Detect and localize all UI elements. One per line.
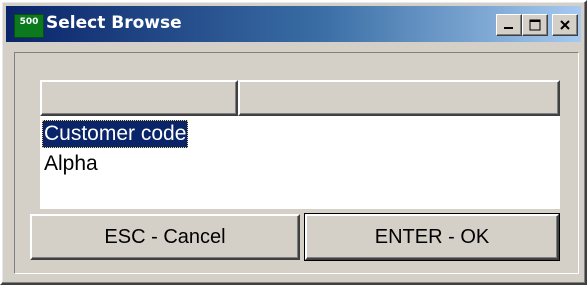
- title-bar[interactable]: 500 Select Browse: [6, 6, 581, 42]
- list-item-customer-code[interactable]: Customer code: [42, 120, 189, 148]
- select-browse-window: 500 Select Browse Customer code Alpha ES…: [0, 0, 587, 285]
- browse-list[interactable]: Customer code Alpha: [40, 116, 560, 209]
- close-icon: [560, 20, 570, 30]
- ok-button[interactable]: ENTER - OK: [304, 213, 560, 261]
- maximize-icon: [529, 19, 541, 31]
- close-button[interactable]: [552, 14, 578, 36]
- maximize-button[interactable]: [522, 14, 548, 36]
- list-item-alpha[interactable]: Alpha: [42, 150, 100, 178]
- minimize-button[interactable]: [496, 14, 522, 36]
- cancel-button[interactable]: ESC - Cancel: [30, 214, 300, 260]
- column-header-2[interactable]: [238, 80, 560, 116]
- minimize-icon: [504, 27, 513, 29]
- window-title: Select Browse: [46, 13, 182, 33]
- column-header-1[interactable]: [40, 80, 238, 116]
- app-icon: 500: [14, 14, 44, 38]
